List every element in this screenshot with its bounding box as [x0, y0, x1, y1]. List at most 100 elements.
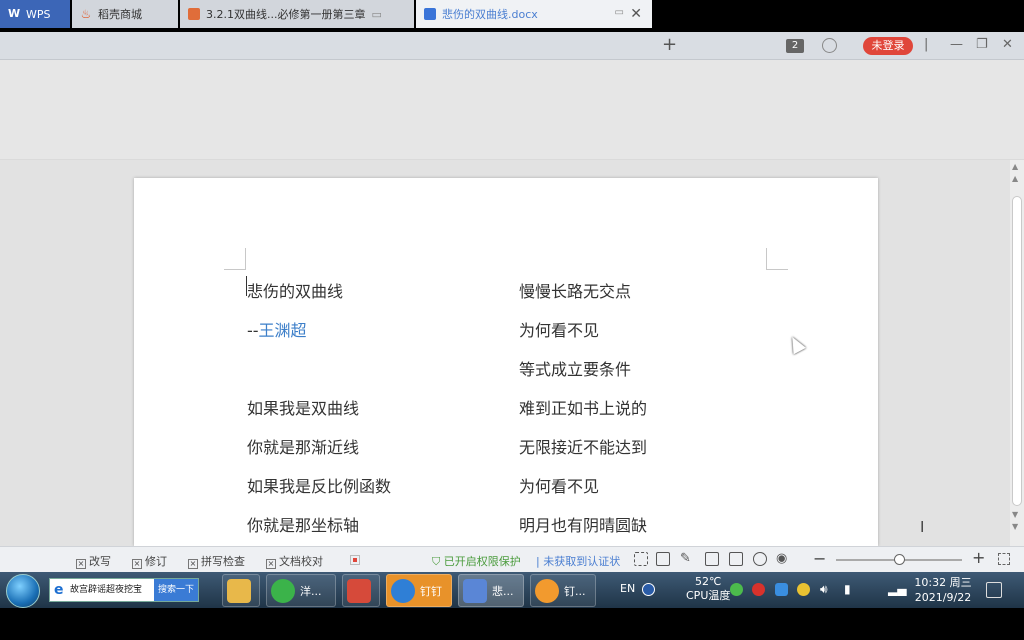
volume-icon[interactable]: 🔊︎: [820, 582, 828, 597]
right-line[interactable]: 明月也有阴晴圆缺: [519, 512, 647, 536]
taskbar-dingtalk-live[interactable]: 钉...: [530, 574, 596, 607]
tab-label: 悲伤的双曲线.docx: [442, 8, 538, 21]
cpu-temp-widget[interactable]: 52℃ CPU温度: [686, 575, 730, 603]
tab-shop[interactable]: ♨ 稻壳商城: [72, 0, 178, 28]
left-line[interactable]: 如果我是双曲线: [247, 395, 359, 419]
monitor-icon: ▭: [371, 7, 382, 21]
clock-time: 10:32 周三: [914, 576, 972, 589]
fit-window-icon[interactable]: [998, 553, 1010, 565]
revise-toggle[interactable]: × 改写: [76, 553, 111, 569]
taskbar-dingtalk[interactable]: 钉钉: [386, 574, 452, 607]
system-clock[interactable]: 10:32 周三 2021/9/22: [912, 575, 974, 605]
close-window-icon[interactable]: ✕: [1002, 37, 1013, 52]
skin-icon[interactable]: [822, 38, 837, 53]
ribbon-area: [0, 60, 1024, 160]
eye-protection-icon[interactable]: ◉: [776, 552, 790, 566]
dingtalk-icon: [391, 578, 415, 603]
tab-document-active[interactable]: 悲伤的双曲线.docx ▭ ✕: [416, 0, 652, 28]
wps-writer-icon: [463, 578, 487, 603]
taskbar-app-ec[interactable]: [342, 574, 380, 607]
new-tab-plus-icon[interactable]: +: [662, 34, 677, 55]
battery-icon[interactable]: ▮: [844, 582, 851, 596]
show-desktop-icon[interactable]: [986, 582, 1002, 598]
help-icon[interactable]: [642, 583, 655, 596]
pen-icon[interactable]: ✎: [680, 552, 694, 566]
word-file-icon: [424, 8, 436, 20]
doc-title[interactable]: 悲伤的双曲线: [247, 278, 343, 302]
language-indicator[interactable]: EN: [620, 582, 635, 595]
presentation-file-icon: [188, 8, 200, 20]
text-cursor-icon: I: [920, 518, 925, 536]
folder-icon: [227, 578, 251, 603]
ie-search-box[interactable]: e 故宫辟谣超夜挖宝 搜索一下: [49, 578, 199, 602]
record-macro-icon[interactable]: [350, 555, 360, 565]
wps-logo-icon: W: [8, 7, 21, 20]
permission-label: 已开启权限保护: [443, 555, 521, 568]
monitor-icon: ▭: [614, 7, 624, 18]
status-bar: × 改写 × 修订 × 拼写检查 × 文档校对 ⛉ 已开启权限保护 | 未获取到认证状 …: [0, 546, 1024, 572]
author-name: 王渊超: [258, 321, 307, 340]
screen: W WPS ♨ 稻壳商城 3.2.1双曲线...必修第一册第三章 ▭ 悲伤的双曲…: [0, 0, 1024, 640]
full-screen-icon[interactable]: [634, 552, 648, 566]
permission-status[interactable]: ⛉ 已开启权限保护: [432, 553, 521, 569]
ec-icon: [347, 578, 371, 603]
start-button[interactable]: [6, 574, 40, 608]
right-line[interactable]: 慢慢长路无交点: [519, 278, 631, 302]
taskbar-label: 悲...: [492, 584, 514, 598]
close-tab-icon[interactable]: ✕: [630, 6, 642, 22]
vertical-scrollbar[interactable]: ▲ ▲ ▼ ▼: [1010, 160, 1024, 546]
left-line[interactable]: 如果我是反比例函数: [247, 473, 391, 497]
tab-wps-home[interactable]: W WPS: [0, 0, 70, 28]
tray-red-icon[interactable]: [752, 583, 765, 596]
cert-status[interactable]: | 未获取到认证状: [536, 553, 620, 569]
author-dash: --: [247, 321, 259, 340]
taskbar-wps-doc[interactable]: 悲...: [458, 574, 524, 607]
proofread-toggle[interactable]: × 文档校对: [266, 553, 323, 569]
scroll-up-icon[interactable]: ▲: [1012, 174, 1018, 183]
taskbar-explorer[interactable]: [222, 574, 260, 607]
clock-date: 2021/9/22: [914, 591, 972, 604]
zoom-slider-knob[interactable]: [893, 554, 905, 565]
left-line[interactable]: 你就是那坐标轴: [247, 512, 359, 536]
outline-view-icon[interactable]: [729, 552, 743, 566]
spell-label: 拼写检查: [201, 555, 245, 568]
right-line[interactable]: 为何看不见: [519, 317, 599, 341]
web-view-icon[interactable]: [753, 552, 767, 566]
revise-label: 改写: [89, 555, 111, 568]
margin-corner-right: [766, 248, 788, 270]
restore-icon[interactable]: ❐: [976, 37, 988, 52]
tray-blue-icon[interactable]: [775, 583, 788, 596]
login-button[interactable]: 未登录: [863, 37, 913, 55]
tab-label: WPS: [26, 7, 51, 21]
page-view-icon[interactable]: [705, 552, 719, 566]
right-line[interactable]: 为何看不见: [519, 473, 599, 497]
left-line[interactable]: 你就是那渐近线: [247, 434, 359, 458]
right-line[interactable]: 难到正如书上说的: [519, 395, 647, 419]
scroll-thumb[interactable]: [1012, 196, 1022, 506]
scroll-up-icon[interactable]: ▲: [1012, 162, 1018, 171]
track-toggle[interactable]: × 修订: [132, 553, 167, 569]
window-count-badge[interactable]: 2: [786, 39, 804, 53]
app-green-icon: [271, 578, 295, 603]
network-icon[interactable]: ▂▄: [888, 582, 906, 596]
scroll-down-icon[interactable]: ▼: [1012, 522, 1018, 531]
minimize-icon[interactable]: —: [950, 37, 963, 52]
checkbox-icon: ×: [266, 559, 276, 569]
doc-author[interactable]: --王渊超: [247, 317, 307, 341]
tray-yellow-icon[interactable]: [797, 583, 810, 596]
zoom-out-icon[interactable]: −: [813, 549, 826, 568]
taskbar-app-1[interactable]: 洋...: [266, 574, 336, 607]
right-line[interactable]: 无限接近不能达到: [519, 434, 647, 458]
right-line[interactable]: 等式成立要条件: [519, 356, 631, 380]
taskbar-label: 洋...: [300, 584, 322, 598]
tab-presentation[interactable]: 3.2.1双曲线...必修第一册第三章 ▭: [180, 0, 414, 28]
document-page[interactable]: 悲伤的双曲线 --王渊超 如果我是双曲线 你就是那渐近线 如果我是反比例函数 你…: [134, 178, 878, 546]
zoom-in-icon[interactable]: +: [972, 548, 985, 567]
tray-green-icon[interactable]: [730, 583, 743, 596]
spell-check-toggle[interactable]: × 拼写检查: [188, 553, 245, 569]
scroll-down-icon[interactable]: ▼: [1012, 510, 1018, 519]
tab-label: 稻壳商城: [98, 8, 142, 21]
reading-layout-icon[interactable]: [656, 552, 670, 566]
ie-search-button[interactable]: 搜索一下: [154, 579, 198, 601]
ie-search-text: 故宫辟谣超夜挖宝: [70, 585, 143, 595]
